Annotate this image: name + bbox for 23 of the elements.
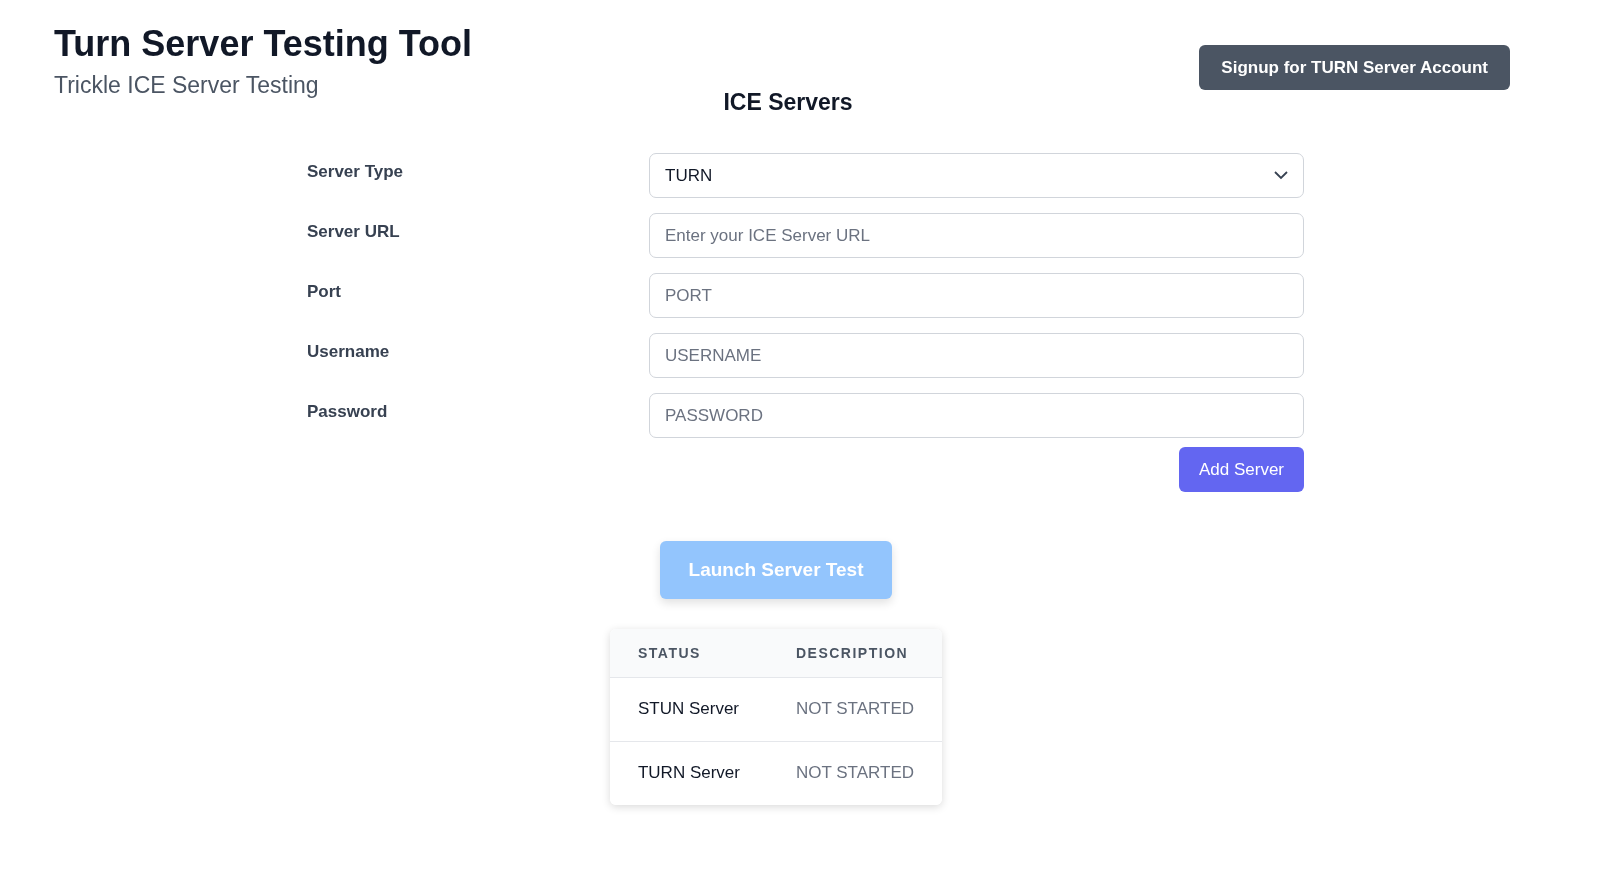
table-cell: NOT STARTED [767, 677, 943, 741]
table-cell: STUN Server [609, 677, 768, 741]
page-subtitle: Trickle ICE Server Testing [54, 72, 320, 99]
field-label: Username [307, 341, 391, 362]
column-header: DESCRIPTION [767, 629, 943, 677]
input-field[interactable]: USERNAME [649, 333, 1304, 378]
column-header: STATUS [609, 629, 768, 677]
page-title: Turn Server Testing Tool [54, 22, 473, 66]
field-label: Password [307, 401, 389, 422]
section-title: ICE Servers [723, 89, 853, 116]
select-value: TURN [665, 165, 713, 186]
input-field[interactable]: Enter your ICE Server URL [649, 213, 1304, 258]
table-cell: NOT STARTED [767, 741, 943, 805]
add-server-button[interactable]: Add Server [1178, 447, 1304, 492]
input-field[interactable]: PASSWORD [649, 393, 1304, 438]
field-label: Server URL [307, 221, 401, 242]
chevron-down-icon [1274, 171, 1288, 180]
field-label: Server Type [307, 161, 405, 182]
field-label: Port [307, 281, 342, 302]
table-cell: TURN Server [609, 741, 768, 805]
server-type-select[interactable]: TURN [649, 153, 1304, 198]
input-field[interactable]: PORT [649, 273, 1304, 318]
signup-button[interactable]: Signup for TURN Server Account [1199, 45, 1510, 90]
